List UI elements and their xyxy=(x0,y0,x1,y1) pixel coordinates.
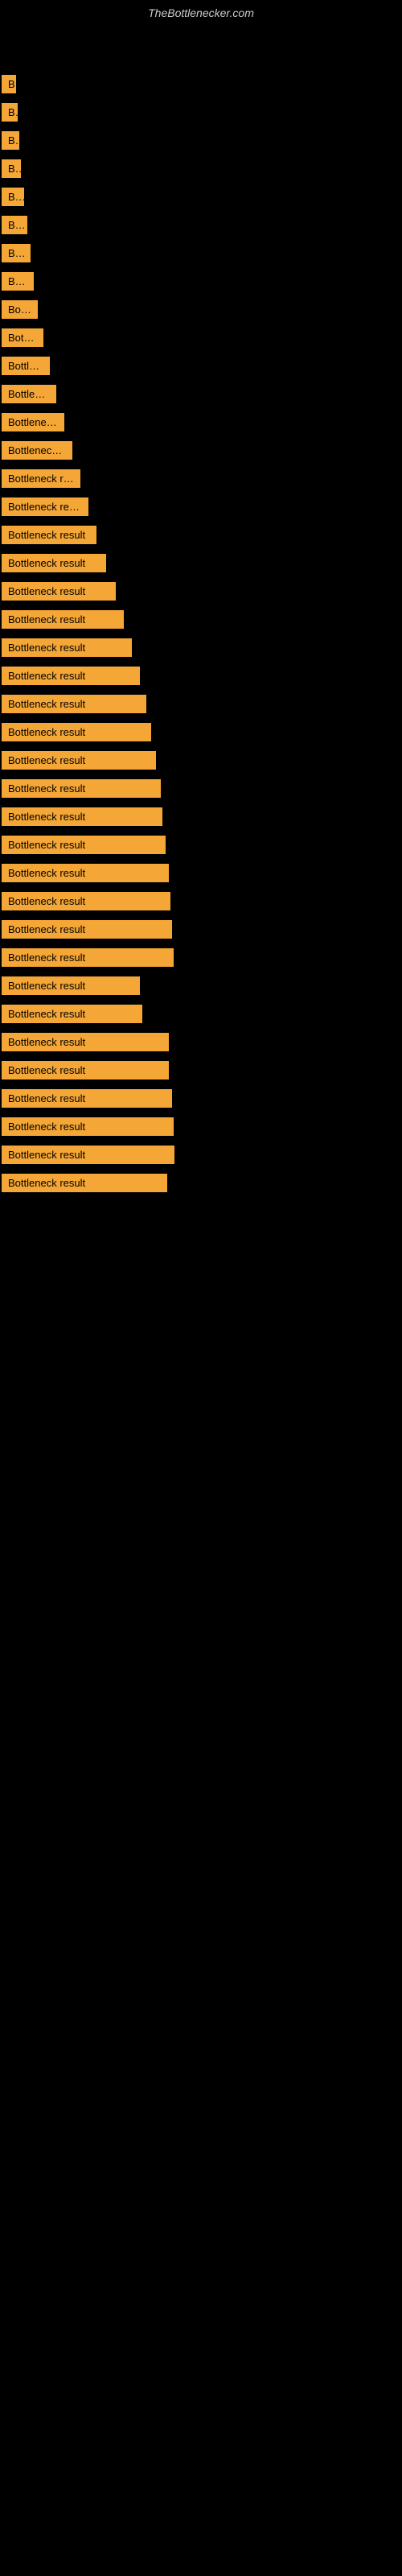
bottleneck-result-item: Bottleneck result xyxy=(2,385,56,403)
bottleneck-result-item: Bottleneck result xyxy=(2,1089,172,1108)
bottleneck-result-item: Bottleneck result xyxy=(2,526,96,544)
bottleneck-result-item: Bottleneck result xyxy=(2,667,140,685)
bottleneck-result-item: Bottleneck result xyxy=(2,1005,142,1023)
bottleneck-result-item: Bottleneck result xyxy=(2,216,27,234)
bottleneck-result-item: Bottleneck result xyxy=(2,413,64,431)
bottleneck-result-item: Bottleneck result xyxy=(2,75,16,93)
bottleneck-result-item: Bottleneck result xyxy=(2,497,88,516)
bottleneck-result-item: Bottleneck result xyxy=(2,244,31,262)
bottleneck-result-item: Bottleneck result xyxy=(2,554,106,572)
bottleneck-result-item: Bottleneck result xyxy=(2,723,151,741)
bottleneck-result-item: Bottleneck result xyxy=(2,469,80,488)
bottleneck-result-item: Bottleneck result xyxy=(2,441,72,460)
bottleneck-result-item: Bottleneck result xyxy=(2,638,132,657)
bottleneck-result-item: Bottleneck result xyxy=(2,300,38,319)
bottleneck-result-item: Bottleneck result xyxy=(2,159,21,178)
bottleneck-result-item: Bottleneck result xyxy=(2,188,24,206)
bottleneck-result-item: Bottleneck result xyxy=(2,892,170,910)
bottleneck-result-item: Bottleneck result xyxy=(2,948,174,967)
bottleneck-result-item: Bottleneck result xyxy=(2,328,43,347)
bottleneck-result-item: Bottleneck result xyxy=(2,272,34,291)
bottleneck-result-item: Bottleneck result xyxy=(2,864,169,882)
bottleneck-result-item: Bottleneck result xyxy=(2,357,50,375)
bottleneck-result-item: Bottleneck result xyxy=(2,610,124,629)
bottleneck-result-item: Bottleneck result xyxy=(2,1061,169,1080)
bottleneck-result-item: Bottleneck result xyxy=(2,976,140,995)
bottleneck-result-item: Bottleneck result xyxy=(2,103,18,122)
bottleneck-result-item: Bottleneck result xyxy=(2,582,116,601)
site-title: TheBottlenecker.com xyxy=(0,0,402,23)
bottleneck-result-item: Bottleneck result xyxy=(2,1174,167,1192)
bottleneck-result-item: Bottleneck result xyxy=(2,1033,169,1051)
bottleneck-result-item: Bottleneck result xyxy=(2,779,161,798)
bottleneck-result-item: Bottleneck result xyxy=(2,920,172,939)
bottleneck-result-item: Bottleneck result xyxy=(2,1146,174,1164)
bottleneck-result-item: Bottleneck result xyxy=(2,131,19,150)
bottleneck-result-item: Bottleneck result xyxy=(2,1117,174,1136)
bottleneck-result-item: Bottleneck result xyxy=(2,751,156,770)
bottleneck-result-item: Bottleneck result xyxy=(2,695,146,713)
bottleneck-result-item: Bottleneck result xyxy=(2,836,166,854)
bottleneck-result-item: Bottleneck result xyxy=(2,807,162,826)
